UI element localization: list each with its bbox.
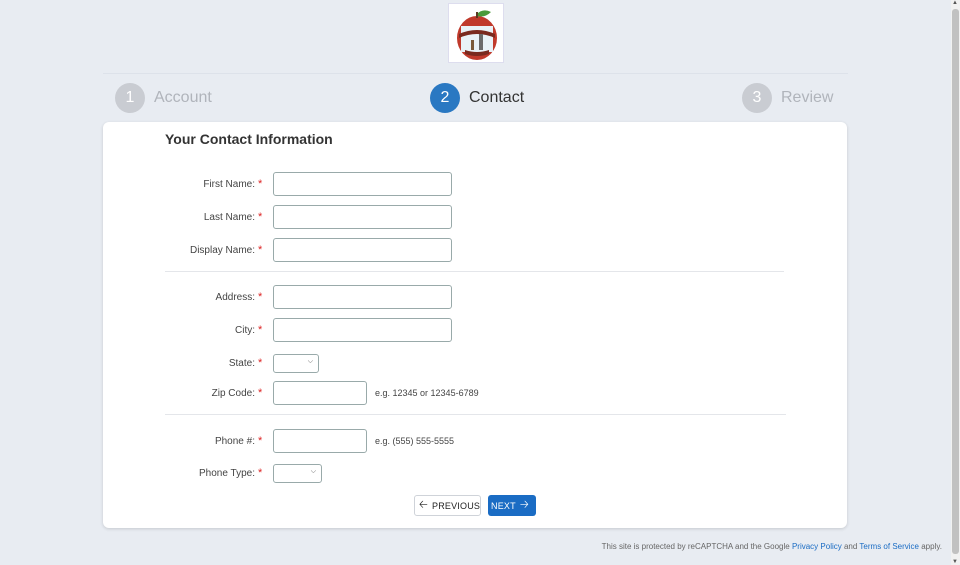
footer-text: and (843, 542, 858, 551)
footer-text: apply. (921, 542, 942, 551)
form-title: Your Contact Information (165, 131, 333, 147)
zip-row: Zip Code: * e.g. 12345 or 12345-6789 (103, 381, 479, 405)
contact-form-card: Your Contact Information First Name: * L… (103, 122, 847, 528)
last-name-row: Last Name: * (103, 205, 452, 229)
display-name-label: Display Name: (189, 244, 255, 256)
arrow-right-icon: 🡢 (519, 499, 529, 511)
city-row: City: * (103, 318, 452, 342)
phone-type-row: Phone Type: * ⌵ (103, 461, 322, 485)
required-marker: * (258, 467, 263, 479)
terms-of-service-link[interactable]: Terms of Service (859, 542, 919, 551)
step-number: 2 (430, 83, 460, 113)
footer-text: This site is protected by reCAPTCHA and … (601, 542, 790, 551)
page-scrollbar[interactable]: ▲ ▼ (951, 0, 960, 565)
step-label: Review (781, 89, 834, 106)
next-button-label: NEXT (491, 500, 516, 511)
step-label: Contact (469, 89, 525, 106)
step-account: 1 Account (115, 83, 212, 113)
next-button[interactable]: NEXT 🡢 (488, 495, 536, 516)
city-input[interactable] (273, 318, 452, 342)
state-select[interactable]: ⌵ (273, 353, 319, 373)
phone-input[interactable] (273, 429, 367, 453)
header-divider (103, 73, 848, 74)
step-label: Account (154, 89, 212, 106)
privacy-policy-link[interactable]: Privacy Policy (792, 542, 842, 551)
step-number: 1 (115, 83, 145, 113)
previous-button[interactable]: 🡠 PREVIOUS (414, 495, 481, 516)
required-marker: * (258, 435, 263, 447)
step-contact: 2 Contact (430, 83, 524, 113)
required-marker: * (258, 357, 263, 369)
section-divider (165, 271, 784, 272)
scrollbar-thumb[interactable] (952, 9, 959, 554)
first-name-input[interactable] (273, 172, 452, 196)
chevron-down-icon: ⌵ (307, 357, 313, 365)
phone-label: Phone #: (214, 435, 255, 447)
step-number: 3 (742, 83, 772, 113)
phone-row: Phone #: * e.g. (555) 555-5555 (103, 429, 454, 453)
site-logo (448, 3, 504, 63)
zip-hint: e.g. 12345 or 12345-6789 (375, 388, 479, 398)
scroll-up-arrow-icon[interactable]: ▲ (952, 0, 958, 6)
previous-button-label: PREVIOUS (432, 500, 481, 511)
scroll-down-arrow-icon[interactable]: ▼ (952, 559, 958, 565)
phone-type-label: Phone Type: (199, 467, 255, 479)
first-name-row: First Name: * (103, 172, 452, 196)
first-name-label: First Name: (203, 178, 255, 190)
display-name-input[interactable] (273, 238, 452, 262)
phone-type-select[interactable]: ⌵ (273, 463, 322, 483)
recaptcha-notice: This site is protected by reCAPTCHA and … (602, 542, 942, 551)
display-name-row: Display Name: * (103, 238, 452, 262)
section-divider (165, 414, 786, 415)
state-label: State: (228, 357, 255, 369)
required-marker: * (258, 324, 263, 336)
zip-input[interactable] (273, 381, 367, 405)
arrow-left-icon: 🡠 (418, 499, 428, 511)
step-review: 3 Review (742, 83, 833, 113)
required-marker: * (258, 178, 263, 190)
chevron-down-icon: ⌵ (310, 467, 316, 475)
required-marker: * (258, 244, 263, 256)
address-input[interactable] (273, 285, 452, 309)
required-marker: * (258, 387, 263, 399)
state-row: State: * ⌵ (103, 351, 319, 375)
required-marker: * (258, 291, 263, 303)
required-marker: * (258, 211, 263, 223)
zip-label: Zip Code: (211, 387, 255, 399)
city-label: City: (235, 324, 255, 336)
phone-hint: e.g. (555) 555-5555 (375, 436, 455, 446)
address-row: Address: * (103, 285, 452, 309)
last-name-input[interactable] (273, 205, 452, 229)
address-label: Address: (215, 291, 255, 303)
last-name-label: Last Name: (203, 211, 255, 223)
